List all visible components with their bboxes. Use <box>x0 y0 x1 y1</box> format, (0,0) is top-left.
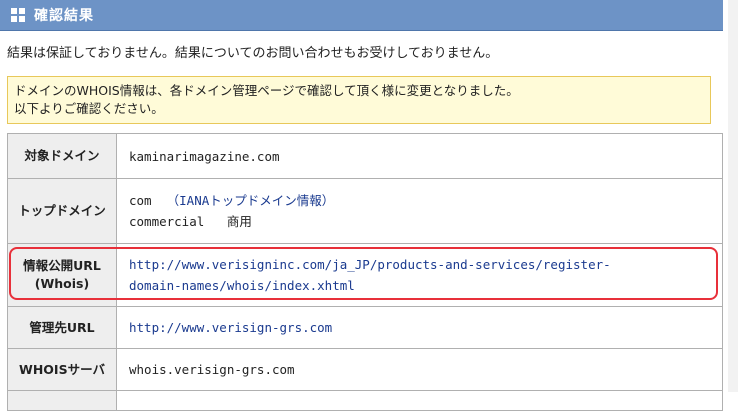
row-label-registrar-url: 管理先URL <box>7 306 117 349</box>
row-label-whois-url: 情報公開URL (Whois) <box>7 243 117 307</box>
tld-type: commercial <box>129 214 205 229</box>
domain-value: kaminarimagazine.com <box>116 133 723 179</box>
table-row: 対象ドメイン kaminarimagazine.com <box>7 133 723 179</box>
section-title: 確認結果 <box>34 8 94 24</box>
tld-value: com （IANAトップドメイン情報） commercial 商用 <box>116 178 723 244</box>
registrar-url-link[interactable]: http://www.verisign-grs.com <box>129 320 332 335</box>
row-label-tld: トップドメイン <box>7 178 117 244</box>
page-edge <box>728 0 738 392</box>
tld-code: com <box>129 193 152 208</box>
alert-line-1: ドメインのWHOIS情報は、各ドメイン管理ページで確認して頂く様に変更となりまし… <box>14 83 519 98</box>
whois-url-line1: http://www.verisigninc.com/ja_JP/product… <box>129 257 611 272</box>
disclaimer-text: 結果は保証しておりません。結果についてのお問い合わせもお受けしておりません。 <box>7 46 499 61</box>
alert-line-2: 以下よりご確認ください。 <box>14 101 164 116</box>
whois-url-link[interactable]: http://www.verisigninc.com/ja_JP/product… <box>129 254 722 296</box>
whois-url-label-line2: (Whois) <box>34 276 90 291</box>
tld-type-jp: 商用 <box>226 214 252 229</box>
section-header: 確認結果 <box>0 0 723 31</box>
registrar-url-value: http://www.verisign-grs.com <box>116 306 723 349</box>
whois-url-line2: domain-names/whois/index.xhtml <box>129 278 355 293</box>
table-row <box>7 390 723 411</box>
row-label-domain: 対象ドメイン <box>7 133 117 179</box>
whois-url-value: http://www.verisigninc.com/ja_JP/product… <box>116 243 723 307</box>
table-row: WHOISサーバ whois.verisign-grs.com <box>7 348 723 391</box>
whois-alert-box: ドメインのWHOIS情報は、各ドメイン管理ページで確認して頂く様に変更となりまし… <box>7 76 711 124</box>
row-label-whois-server: WHOISサーバ <box>7 348 117 391</box>
grid-icon <box>11 8 25 22</box>
table-row: 情報公開URL (Whois) http://www.verisigninc.c… <box>7 243 723 307</box>
table-row: トップドメイン com （IANAトップドメイン情報） commercial 商… <box>7 178 723 244</box>
whois-server-value: whois.verisign-grs.com <box>116 348 723 391</box>
domain-info-table: 対象ドメイン kaminarimagazine.com トップドメイン com … <box>7 133 723 411</box>
whois-url-label-line1: 情報公開URL <box>23 258 101 273</box>
table-row: 管理先URL http://www.verisign-grs.com <box>7 306 723 349</box>
iana-tld-link[interactable]: （IANAトップドメイン情報） <box>167 193 335 208</box>
